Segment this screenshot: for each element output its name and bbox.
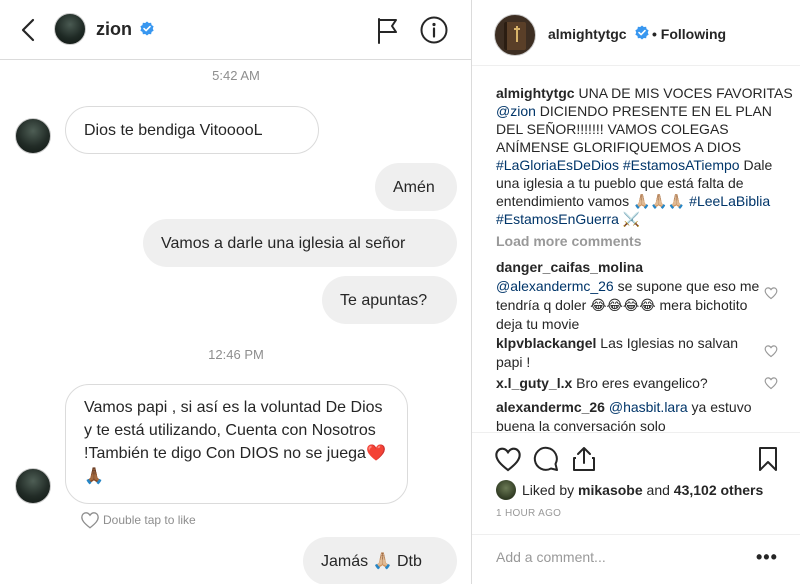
- add-comment-bar: Add a comment... •••: [472, 534, 800, 584]
- heart-icon: [81, 512, 99, 529]
- dm-panel: zion 5:42 AM Dios te bendiga VitooooL Am…: [0, 0, 472, 584]
- thread-username[interactable]: zion: [96, 19, 132, 40]
- message-text: Vamos a darle una iglesia al señor: [161, 234, 406, 252]
- more-options-icon[interactable]: •••: [756, 547, 778, 568]
- comment-like-icon[interactable]: [764, 376, 778, 390]
- message-bubble[interactable]: Amén: [375, 163, 457, 211]
- comment-like-icon[interactable]: [764, 286, 778, 300]
- message-bubble[interactable]: Te apuntas?: [322, 276, 457, 324]
- avatar[interactable]: [15, 118, 51, 154]
- avatar[interactable]: [496, 480, 516, 500]
- liked-by-count[interactable]: 43,102 others: [674, 482, 764, 498]
- back-button[interactable]: [14, 14, 42, 46]
- message-bubble[interactable]: Vamos a darle una iglesia al señor: [143, 219, 457, 267]
- message-text: Dios te bendiga VitooooL: [84, 121, 263, 139]
- post-time: 1 HOUR AGO: [496, 508, 562, 519]
- message-bubble[interactable]: Vamos papi , si así es la voluntad De Di…: [65, 384, 408, 504]
- double-tap-hint[interactable]: Double tap to like: [80, 511, 196, 529]
- flag-icon[interactable]: [375, 16, 401, 44]
- liked-by-middle: and: [642, 482, 674, 498]
- share-icon[interactable]: [570, 445, 598, 473]
- bible-icon: [504, 22, 526, 50]
- double-tap-label: Double tap to like: [103, 513, 196, 527]
- hashtag-link[interactable]: #EstamosATiempo: [623, 157, 740, 173]
- post-panel: almightytgc • Following almightytgc UNA …: [472, 0, 800, 584]
- verified-badge-icon: [140, 21, 154, 36]
- comment-username[interactable]: alexandermc_26: [496, 399, 605, 415]
- chevron-left-icon: [21, 18, 35, 42]
- mention-link[interactable]: @alexandermc_26: [496, 278, 614, 294]
- verified-badge-icon: [635, 25, 649, 40]
- message-text: Te apuntas?: [340, 291, 428, 309]
- timestamp: 12:46 PM: [208, 347, 264, 362]
- info-icon[interactable]: [419, 15, 449, 45]
- comment-item: x.l_guty_l.x Bro eres evangelico?: [496, 374, 766, 393]
- comment-item: alexandermc_26 @hasbit.lara ya estuvo bu…: [496, 398, 766, 432]
- following-button[interactable]: • Following: [652, 26, 726, 42]
- post-caption: almightytgc UNA DE MIS VOCES FAVORITAS @…: [496, 84, 794, 228]
- caption-part: DICIENDO PRESENTE EN EL PLAN DEL SEÑOR!!…: [496, 103, 772, 155]
- comment-username[interactable]: klpvblackangel: [496, 335, 596, 351]
- dm-header: zion: [0, 0, 471, 60]
- caption-username[interactable]: almightytgc: [496, 85, 575, 101]
- comment-icon[interactable]: [532, 445, 560, 473]
- hashtag-link[interactable]: #LaGloriaEsDeDios: [496, 157, 619, 173]
- post-actions: [472, 432, 800, 472]
- mention-link[interactable]: @zion: [496, 103, 536, 119]
- message-bubble[interactable]: Dios te bendiga VitooooL: [65, 106, 319, 154]
- avatar[interactable]: [54, 13, 86, 45]
- comment-username[interactable]: danger_caifas_molina: [496, 259, 643, 275]
- liked-by: Liked by mikasobe and 43,102 others: [496, 480, 763, 500]
- timestamp: 5:42 AM: [212, 68, 260, 83]
- message-bubble[interactable]: Jamás 🙏🏼 Dtb: [303, 537, 457, 584]
- message-text: Amén: [393, 178, 435, 196]
- bookmark-icon[interactable]: [754, 445, 782, 473]
- add-comment-input[interactable]: Add a comment...: [496, 549, 606, 565]
- hashtag-link[interactable]: #LeeLaBiblia: [689, 193, 770, 209]
- hashtag-link[interactable]: #EstamosEnGuerra: [496, 211, 619, 227]
- mention-link[interactable]: @hasbit.lara: [609, 399, 688, 415]
- message-text: Jamás 🙏🏼 Dtb: [321, 552, 422, 570]
- load-more-comments-button[interactable]: Load more comments: [496, 233, 641, 249]
- post-username[interactable]: almightytgc: [548, 26, 627, 42]
- message-text: Vamos papi , si así es la voluntad De Di…: [84, 399, 386, 485]
- comment-item: danger_caifas_molina @alexandermc_26 se …: [496, 258, 766, 334]
- liked-by-user[interactable]: mikasobe: [578, 482, 643, 498]
- comment-item: klpvblackangel Las Iglesias no salvan pa…: [496, 334, 766, 372]
- liked-by-text: Liked by mikasobe and 43,102 others: [522, 482, 763, 498]
- comment-text: Bro eres evangelico?: [572, 375, 708, 391]
- avatar[interactable]: [15, 468, 51, 504]
- comment-like-icon[interactable]: [764, 344, 778, 358]
- avatar[interactable]: [494, 14, 536, 56]
- caption-part: ⚔️: [618, 211, 641, 227]
- comment-username[interactable]: x.l_guty_l.x: [496, 375, 572, 391]
- caption-part: UNA DE MIS VOCES FAVORITAS: [574, 85, 793, 101]
- post-header: almightytgc • Following: [472, 0, 800, 66]
- liked-by-prefix: Liked by: [522, 482, 579, 498]
- heart-icon[interactable]: [494, 445, 522, 473]
